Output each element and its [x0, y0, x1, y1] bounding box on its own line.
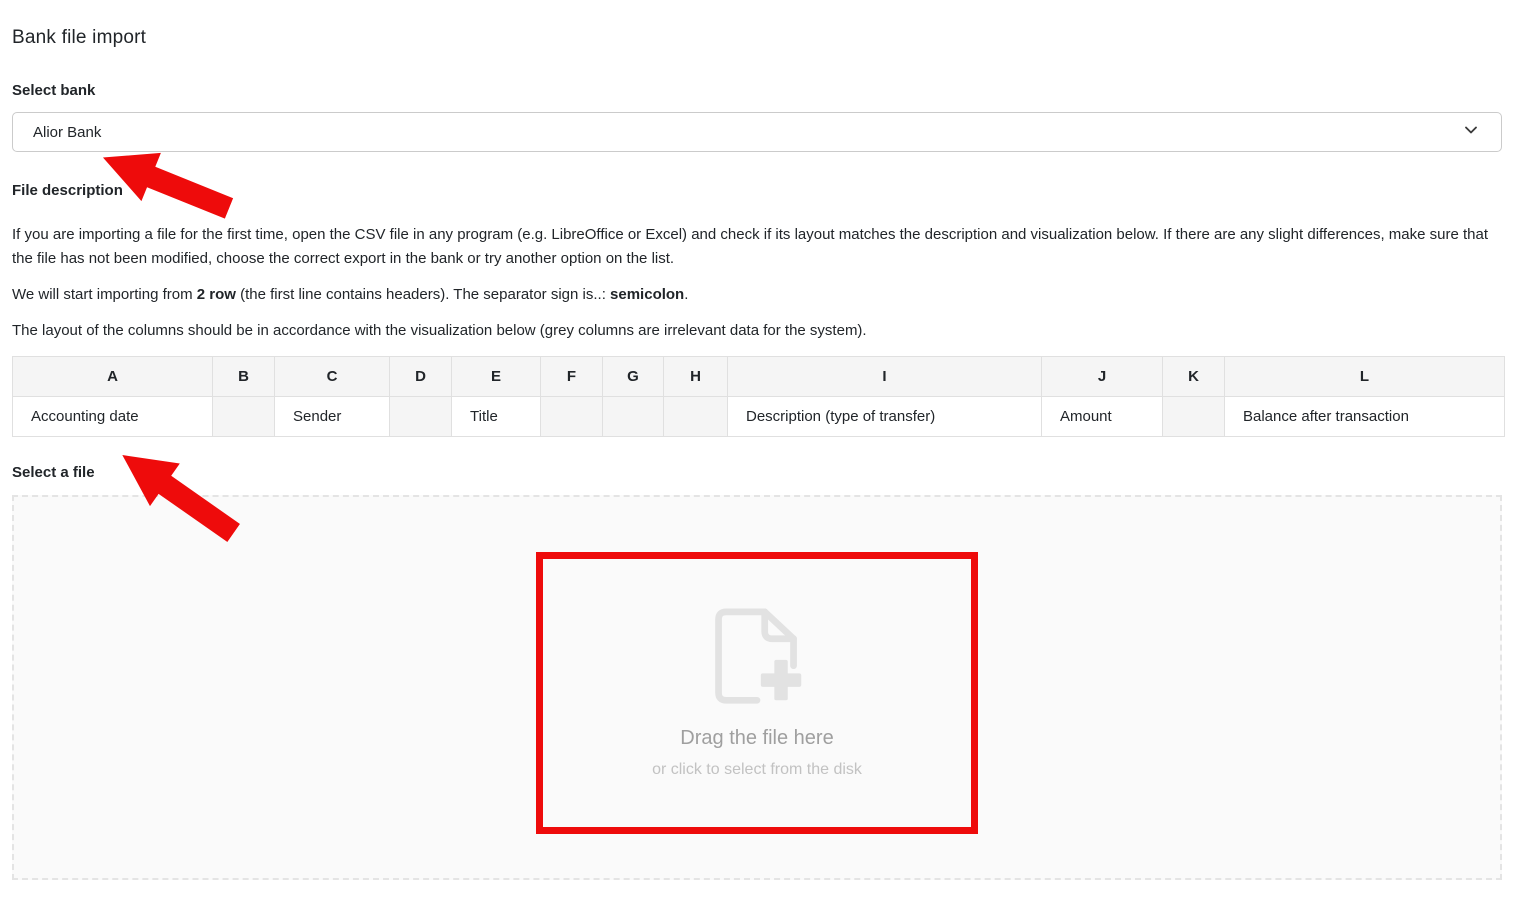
dropzone-secondary-text: or click to select from the disk [652, 760, 862, 779]
file-description-label: File description [12, 183, 1502, 198]
bank-select[interactable]: Alior Bank [12, 112, 1502, 152]
layout-note: The layout of the columns should be in a… [12, 319, 1502, 343]
column-letter-header: I [728, 357, 1042, 397]
start-row-value: 2 row [197, 286, 236, 303]
column-letter-header: E [452, 357, 541, 397]
column-letter-header: L [1225, 357, 1505, 397]
irrelevant-column-cell [541, 397, 603, 437]
column-letter-header: B [213, 357, 275, 397]
column-letter-header: F [541, 357, 603, 397]
column-field-cell: Accounting date [13, 397, 213, 437]
bank-file-import-page: Bank file import Select bank Alior Bank … [0, 27, 1514, 880]
column-field-cell: Title [452, 397, 541, 437]
select-bank-label: Select bank [12, 83, 1502, 98]
column-letter-header: H [664, 357, 728, 397]
column-letter-header: G [603, 357, 664, 397]
column-letter-header: C [275, 357, 390, 397]
column-letter-header: J [1042, 357, 1163, 397]
import-info-suffix: . [684, 286, 688, 303]
bank-select-value: Alior Bank [33, 124, 101, 141]
file-plus-icon [711, 608, 803, 708]
column-letter-header: A [13, 357, 213, 397]
columns-table: ABCDEFGHIJKL Accounting date Sender Title De… [12, 356, 1505, 437]
irrelevant-column-cell [603, 397, 664, 437]
select-a-file-label: Select a file [12, 465, 1502, 480]
annotation-highlight-box: Drag the file here or click to select fr… [536, 552, 978, 834]
page-title: Bank file import [12, 27, 1502, 49]
irrelevant-column-cell [213, 397, 275, 437]
column-field-cell: Balance after transaction [1225, 397, 1505, 437]
column-field-cell: Amount [1042, 397, 1163, 437]
file-dropzone[interactable]: Drag the file here or click to select fr… [12, 495, 1502, 880]
column-letter-header: K [1163, 357, 1225, 397]
irrelevant-column-cell [390, 397, 452, 437]
import-start-info: We will start importing from 2 row (the … [12, 283, 1502, 307]
irrelevant-column-cell [1163, 397, 1225, 437]
separator-value: semicolon [610, 286, 684, 303]
irrelevant-column-cell [664, 397, 728, 437]
column-field-cell: Sender [275, 397, 390, 437]
import-info-middle: (the first line contains headers). The s… [236, 286, 610, 303]
dropzone-primary-text: Drag the file here [680, 726, 833, 750]
chevron-down-icon [1463, 122, 1479, 142]
column-field-cell: Description (type of transfer) [728, 397, 1042, 437]
import-info-prefix: We will start importing from [12, 286, 197, 303]
column-letter-header: D [390, 357, 452, 397]
file-description-intro: If you are importing a file for the firs… [12, 223, 1502, 271]
